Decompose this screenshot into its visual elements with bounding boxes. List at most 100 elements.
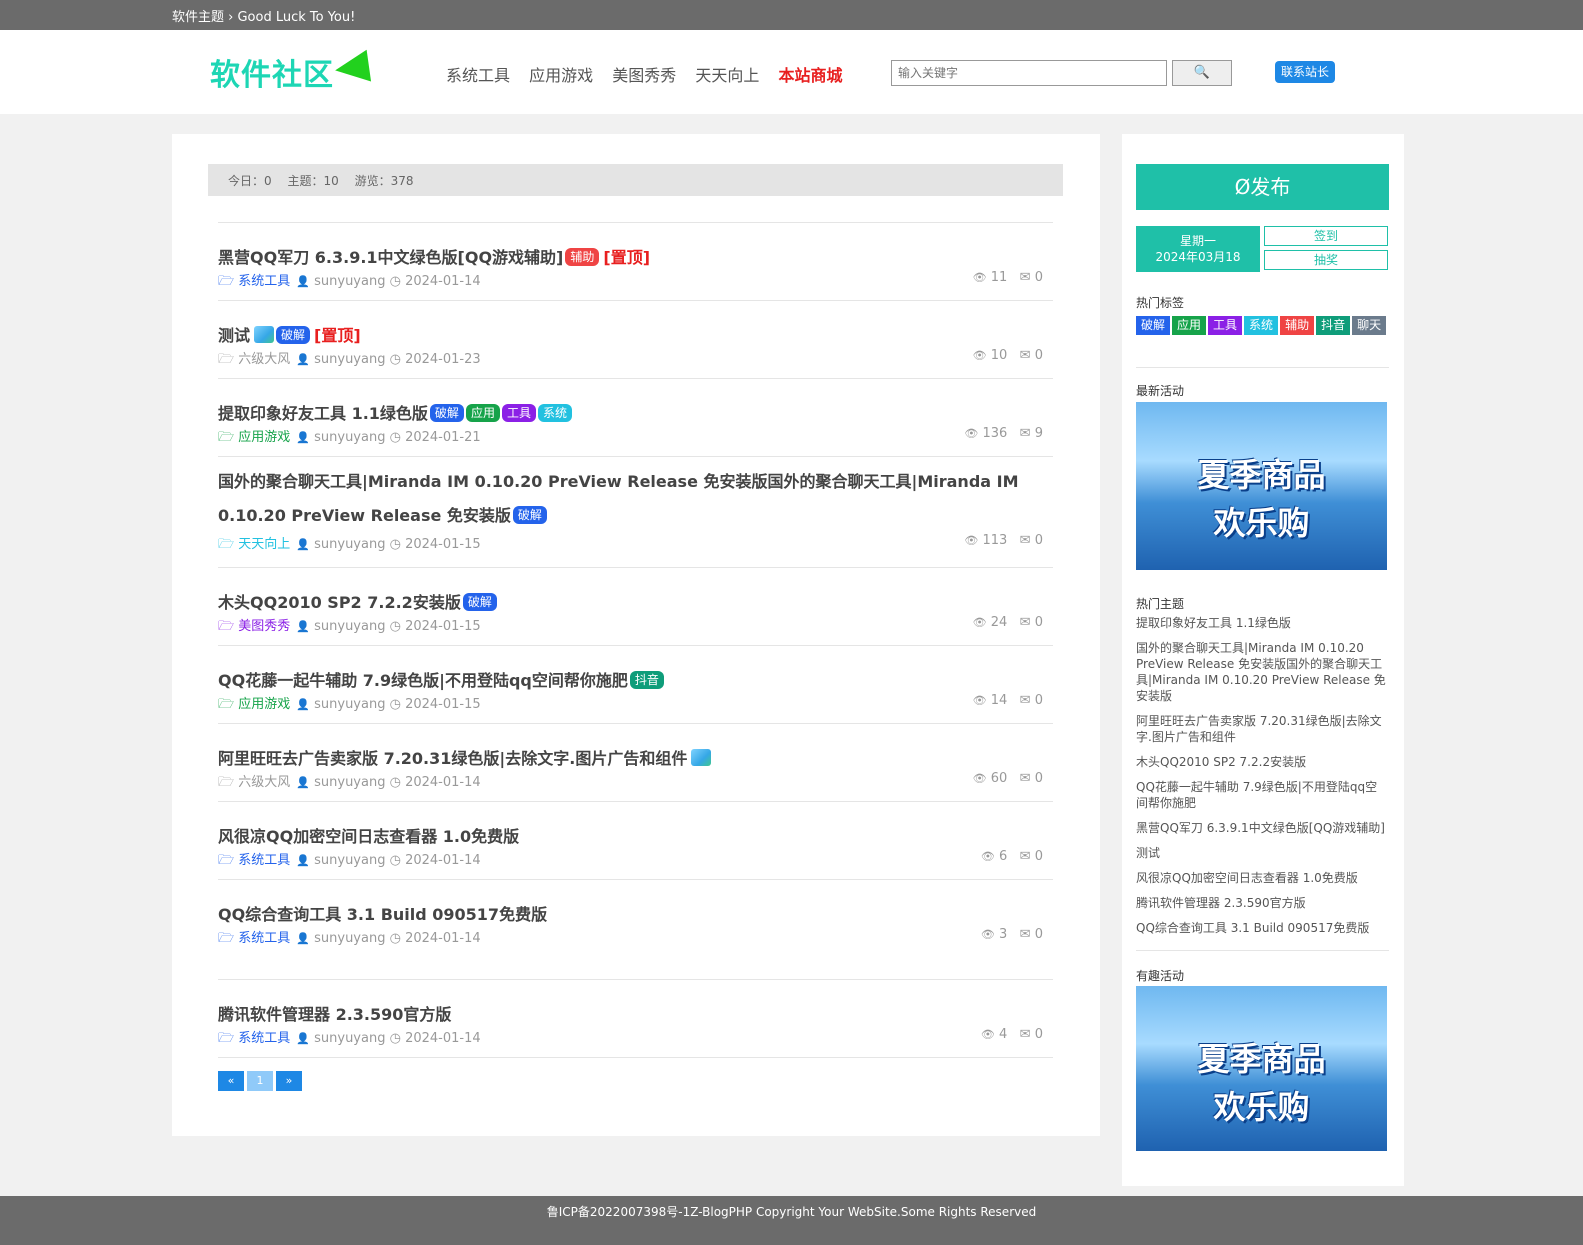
sign-in-button[interactable]: 签到 [1264,226,1388,246]
post-item[interactable]: QQ花藤一起牛辅助 7.9绿色版|不用登陆qq空间帮你施肥 抖音 🗁 应用游戏 👤 s… [218,645,1053,723]
post-author[interactable]: sunyuyang [314,775,385,790]
pager-page-1[interactable]: 1 [247,1071,273,1091]
post-counters: 👁 14 ✉ 0 [973,693,1043,708]
folder-icon: 🗁 [218,430,235,445]
post-author[interactable]: sunyuyang [314,931,385,946]
hot-topic-link[interactable]: 测试 [1136,845,1389,861]
nav-item-meitu[interactable]: 美图秀秀 [612,66,676,85]
post-title-text[interactable]: QQ花藤一起牛辅助 7.9绿色版|不用登陆qq空间帮你施肥 [218,671,628,690]
post-tag[interactable]: 抖音 [629,671,664,689]
post-title-text[interactable]: 提取印象好友工具 1.1绿色版 [218,404,428,423]
view-count: 11 [990,270,1008,285]
lottery-button[interactable]: 抽奖 [1264,250,1388,270]
post-title-text[interactable]: 国外的聚合聊天工具|Miranda IM 0.10.20 PreView Rel… [218,472,1019,525]
publish-button[interactable]: Ø发布 [1136,164,1389,210]
post-item[interactable]: 腾讯软件管理器 2.3.590官方版 🗁 系统工具 👤 sunyuyang ◷ 20… [218,979,1053,1057]
search-input[interactable] [891,60,1167,86]
hot-tag[interactable]: 应用 [1172,316,1207,335]
nav-item-daily[interactable]: 天天向上 [695,66,759,85]
post-category[interactable]: 应用游戏 [238,697,290,712]
hot-tag[interactable]: 辅助 [1280,316,1315,335]
post-meta: 🗁 美图秀秀 👤 sunyuyang ◷ 2024-01-15 [218,615,481,639]
hot-topic-link[interactable]: 阿里旺旺去广告卖家版 7.20.31绿色版|去除文字.图片广告和组件 [1136,713,1389,745]
post-author[interactable]: sunyuyang [314,1031,385,1046]
folder-icon: 🗁 [218,619,235,634]
post-category[interactable]: 系统工具 [238,931,290,946]
post-category[interactable]: 应用游戏 [238,430,290,445]
hot-topic-link[interactable]: QQ花藤一起牛辅助 7.9绿色版|不用登陆qq空间帮你施肥 [1136,779,1389,811]
post-item[interactable]: 国外的聚合聊天工具|Miranda IM 0.10.20 PreView Rel… [218,456,1053,567]
latest-activity-banner[interactable]: 夏季商品 欢乐购 [1136,402,1387,570]
user-icon: 👤 [296,1032,310,1045]
site-logo[interactable]: 软件社区 [210,50,334,94]
post-author[interactable]: sunyuyang [314,619,385,634]
footer: 鲁ICP备2022007398号-1Z-BlogPHP Copyright Yo… [0,1196,1583,1245]
nav-item-apps-games[interactable]: 应用游戏 [529,66,593,85]
nav-item-system-tools[interactable]: 系统工具 [446,66,510,85]
search-button[interactable]: 🔍 [1172,60,1232,86]
hot-topic-link[interactable]: 腾讯软件管理器 2.3.590官方版 [1136,895,1389,911]
post-tag[interactable]: 工具 [501,404,536,422]
post-title-text[interactable]: 阿里旺旺去广告卖家版 7.20.31绿色版|去除文字.图片广告和组件 [218,749,687,768]
hot-tag[interactable]: 聊天 [1352,316,1387,335]
post-author[interactable]: sunyuyang [314,352,385,367]
contact-admin-button[interactable]: 联系站长 [1275,61,1335,83]
post-title-text[interactable]: 腾讯软件管理器 2.3.590官方版 [218,1005,451,1024]
post-item[interactable]: 阿里旺旺去广告卖家版 7.20.31绿色版|去除文字.图片广告和组件 🗁 六级大风… [218,723,1053,801]
hot-topic-link[interactable]: 国外的聚合聊天工具|Miranda IM 0.10.20 PreView Rel… [1136,640,1389,704]
search-icon: 🔍 [1193,65,1211,80]
reply-count: 0 [1034,348,1043,363]
hot-tag[interactable]: 抖音 [1316,316,1351,335]
post-title-text[interactable]: QQ综合查询工具 3.1 Build 090517免费版 [218,905,547,924]
post-item[interactable]: 测试 破解 [置顶] 🗁 六级大风 👤 sunyuyang ◷ 2024-01-23 👁 … [218,300,1053,378]
nav-item-shop[interactable]: 本站商城 [778,66,842,85]
hot-topic-link[interactable]: 黑营QQ军刀 6.3.9.1中文绿色版[QQ游戏辅助] [1136,820,1389,836]
hot-tag[interactable]: 破解 [1136,316,1171,335]
post-category[interactable]: 天天向上 [238,537,290,552]
post-tag[interactable]: 破解 [429,404,464,422]
post-tag[interactable]: 破解 [462,593,497,611]
post-author[interactable]: sunyuyang [314,430,385,445]
post-category[interactable]: 系统工具 [238,1031,290,1046]
post-title-text[interactable]: 黑营QQ军刀 6.3.9.1中文绿色版[QQ游戏辅助] [218,248,563,267]
pager-next-button[interactable]: » [276,1071,302,1091]
post-date: 2024-01-14 [405,274,481,289]
post-author[interactable]: sunyuyang [314,853,385,868]
post-tag[interactable]: 破解 [512,506,547,524]
post-item[interactable]: 木头QQ2010 SP2 7.2.2安装版 破解 🗁 美图秀秀 👤 sunyuyang… [218,567,1053,645]
post-tag[interactable]: 应用 [465,404,500,422]
post-author[interactable]: sunyuyang [314,697,385,712]
post-item[interactable]: 提取印象好友工具 1.1绿色版 破解 应用 工具 系统 🗁 应用游戏 👤 sunyuyang… [218,378,1053,456]
post-category[interactable]: 系统工具 [238,853,290,868]
hot-topic-link[interactable]: 提取印象好友工具 1.1绿色版 [1136,615,1389,631]
post-title-text[interactable]: 木头QQ2010 SP2 7.2.2安装版 [218,593,461,612]
post-date: 2024-01-15 [405,537,481,552]
hot-topic-link[interactable]: 木头QQ2010 SP2 7.2.2安装版 [1136,754,1389,770]
post-item[interactable]: 风很凉QQ加密空间日志查看器 1.0免费版 🗁 系统工具 👤 sunyuyang ◷… [218,801,1053,879]
post-author[interactable]: sunyuyang [314,274,385,289]
post-category[interactable]: 系统工具 [238,274,290,289]
post-item[interactable]: 黑营QQ军刀 6.3.9.1中文绿色版[QQ游戏辅助] 辅助 [置顶] 🗁 系统工具 👤… [218,222,1053,300]
hot-tag[interactable]: 系统 [1244,316,1279,335]
post-category[interactable]: 六级大风 [238,352,290,367]
folder-icon: 🗁 [218,931,235,946]
fun-activity-banner[interactable]: 夏季商品 欢乐购 [1136,986,1387,1151]
post-author[interactable]: sunyuyang [314,537,385,552]
post-category[interactable]: 美图秀秀 [238,619,290,634]
hot-topic-link[interactable]: QQ综合查询工具 3.1 Build 090517免费版 [1136,920,1389,936]
post-tag[interactable]: 破解 [276,326,311,344]
post-tag[interactable]: 辅助 [565,248,600,266]
hot-topic-link[interactable]: 风很凉QQ加密空间日志查看器 1.0免费版 [1136,870,1389,886]
post-title-text[interactable]: 风很凉QQ加密空间日志查看器 1.0免费版 [218,827,519,846]
post-title[interactable]: 国外的聚合聊天工具|Miranda IM 0.10.20 PreView Rel… [218,465,1053,533]
post-tag[interactable]: 系统 [537,404,572,422]
eye-icon: 👁 [980,850,995,863]
hot-tag[interactable]: 工具 [1208,316,1243,335]
post-item[interactable]: QQ综合查询工具 3.1 Build 090517免费版 🗁 系统工具 👤 suny… [218,879,1053,957]
folder-icon: 🗁 [218,775,235,790]
pager-prev-button[interactable]: « [218,1071,244,1091]
clock-icon: ◷ [389,931,401,946]
clock-icon: ◷ [389,1031,401,1046]
post-title-text[interactable]: 测试 [218,326,250,345]
post-category[interactable]: 六级大风 [238,775,290,790]
